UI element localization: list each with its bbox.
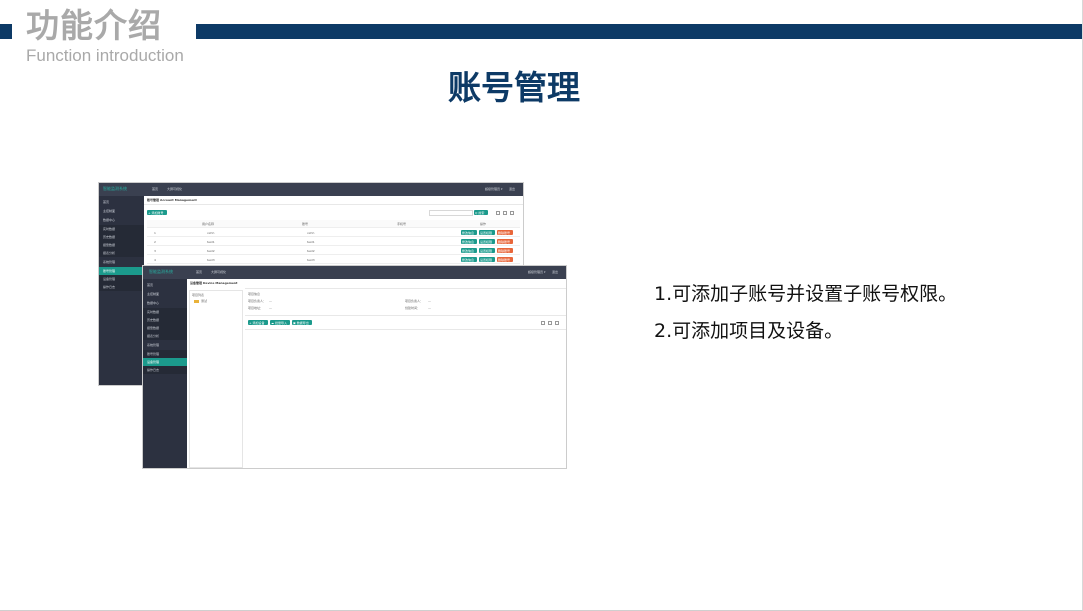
delete-account-button[interactable]: 删除账号 xyxy=(497,239,513,244)
edit-info-button[interactable]: 修改信息 xyxy=(461,257,477,262)
table-row: 4 test3 test3 修改信息 设置权限 删除账号 xyxy=(147,256,520,264)
header-title-en: Function introduction xyxy=(26,46,184,65)
breadcrumb: 账号管理 Account Management xyxy=(147,198,197,202)
set-permission-button[interactable]: 设置权限 xyxy=(479,239,495,244)
columns-icon[interactable] xyxy=(510,211,514,215)
user-menu[interactable]: 超级管理员 ▾ xyxy=(485,187,502,191)
print-icon[interactable] xyxy=(503,211,507,215)
export-data-button[interactable]: ▣ 数据导出 xyxy=(292,320,312,325)
info-value: — xyxy=(428,299,431,303)
divider xyxy=(245,329,566,330)
sidebar-item-report[interactable]: 报表分析 xyxy=(99,249,144,257)
add-account-button[interactable]: + 添加账号 xyxy=(147,210,167,215)
search-input[interactable] xyxy=(429,210,473,216)
add-device-button[interactable]: + 添加设备 xyxy=(248,320,268,325)
logout-link[interactable]: 退出 xyxy=(509,187,515,191)
header-bar xyxy=(196,24,1082,39)
info-value: — xyxy=(269,306,272,310)
sidebar-item-home[interactable]: 首页 xyxy=(99,198,144,206)
tab-bigscreen[interactable]: 大屏可视化 xyxy=(211,270,226,274)
slide-title: 账号管理 xyxy=(448,68,580,107)
table-row: 3 test2 test2 修改信息 设置权限 删除账号 xyxy=(147,247,520,255)
sidebar-item-alarm[interactable]: 报警数据 xyxy=(99,241,144,249)
header-title-cn: 功能介绍 xyxy=(26,6,162,45)
table-row: 1 xxhh xxhh 修改信息 设置权限 删除账号 xyxy=(147,229,520,237)
app-logo: 智能监测系统 xyxy=(149,269,173,274)
device-main: 项目信息 项目负责人： — 项目地址： — 项目负责人： — 创建时间： — +… xyxy=(245,279,566,468)
description-line-2: 2.可添加项目及设备。 xyxy=(654,320,844,342)
sidebar-item-dashboard[interactable]: 主控制面 xyxy=(143,290,187,298)
info-value: — xyxy=(269,299,272,303)
logout-link[interactable]: 退出 xyxy=(552,270,558,274)
breadcrumb: 设备管理 Device Management xyxy=(190,281,238,285)
sidebar-item-data-center[interactable]: 数据中心 xyxy=(143,299,187,307)
screenshot-device-management: 智能监测系统 首页 大屏可视化 超级管理员 ▾ 退出 首页 主控制面 数据中心 … xyxy=(142,265,567,469)
sidebar-item-account[interactable]: 账号管理 xyxy=(99,267,144,275)
project-tree: 项目列表 测试 xyxy=(189,290,243,468)
set-permission-button[interactable]: 设置权限 xyxy=(479,230,495,235)
header-square xyxy=(0,24,12,39)
info-label: 创建时间： xyxy=(405,306,421,310)
delete-account-button[interactable]: 删除账号 xyxy=(497,257,513,262)
sidebar-item-log[interactable]: 操作日志 xyxy=(99,283,144,291)
search-button[interactable]: Q 搜索 xyxy=(474,210,488,215)
sidebar-item-home[interactable]: 首页 xyxy=(143,281,187,289)
table-header: 用户名称 账号 手机号 操作 xyxy=(147,220,520,228)
sidebar-item-history[interactable]: 历史数据 xyxy=(99,233,144,241)
sidebar-item-dashboard[interactable]: 主控制面 xyxy=(99,207,144,215)
sidebar-item-realtime[interactable]: 实时数据 xyxy=(143,308,187,316)
delete-account-button[interactable]: 删除账号 xyxy=(497,248,513,253)
info-label: 项目负责人： xyxy=(248,299,267,303)
app-topbar: 智能监测系统 首页 大屏可视化 超级管理员 ▾ 退出 xyxy=(99,183,523,196)
sidebar-item-data-center[interactable]: 数据中心 xyxy=(99,216,144,224)
refresh-icon[interactable] xyxy=(496,211,500,215)
divider xyxy=(144,204,523,205)
delete-account-button[interactable]: 删除账号 xyxy=(497,230,513,235)
project-info-title: 项目信息 xyxy=(248,292,261,296)
sidebar-item-alarm[interactable]: 报警数据 xyxy=(143,324,187,332)
sidebar: 首页 主控制面 数据中心 实时数据 历史数据 报警数据 报表分析 系统管理 账号… xyxy=(143,279,187,468)
batch-import-button[interactable]: ☁ 批量导入 xyxy=(270,320,290,325)
sidebar-item-system[interactable]: 系统管理 xyxy=(143,341,187,349)
sidebar-item-realtime[interactable]: 实时数据 xyxy=(99,225,144,233)
info-label: 项目负责人： xyxy=(405,299,424,303)
user-menu[interactable]: 超级管理员 ▾ xyxy=(528,270,545,274)
col-header-actions: 操作 xyxy=(480,222,487,226)
edit-info-button[interactable]: 修改信息 xyxy=(461,230,477,235)
col-header-phone: 手机号 xyxy=(397,222,407,226)
edit-info-button[interactable]: 修改信息 xyxy=(461,248,477,253)
info-label: 项目地址： xyxy=(248,306,264,310)
info-value: — xyxy=(428,306,431,310)
sidebar-item-log[interactable]: 操作日志 xyxy=(143,366,187,374)
refresh-icon[interactable] xyxy=(541,321,545,325)
tree-title: 项目列表 xyxy=(192,293,205,297)
print-icon[interactable] xyxy=(548,321,552,325)
app-topbar: 智能监测系统 首页 大屏可视化 超级管理员 ▾ 退出 xyxy=(143,266,566,279)
slide: 功能介绍 Function introduction 账号管理 1.可添加子账号… xyxy=(0,0,1083,611)
sidebar-item-device[interactable]: 设备管理 xyxy=(99,275,144,283)
tree-node-root[interactable]: 测试 xyxy=(201,299,207,303)
divider xyxy=(245,315,566,316)
tab-home[interactable]: 首页 xyxy=(196,270,202,274)
description-line-1: 1.可添加子账号并设置子账号权限。 xyxy=(654,283,958,305)
divider xyxy=(245,288,566,289)
app-logo: 智能监测系统 xyxy=(103,186,127,191)
sidebar: 首页 主控制面 数据中心 实时数据 历史数据 报警数据 报表分析 系统管理 账号… xyxy=(99,196,144,385)
set-permission-button[interactable]: 设置权限 xyxy=(479,257,495,262)
sidebar-item-account[interactable]: 账号管理 xyxy=(143,350,187,358)
account-table: 用户名称 账号 手机号 操作 1 xxhh xxhh 修改信息 设置权限 删除账… xyxy=(147,220,520,270)
set-permission-button[interactable]: 设置权限 xyxy=(479,248,495,253)
col-header-name: 用户名称 xyxy=(202,222,215,226)
edit-info-button[interactable]: 修改信息 xyxy=(461,239,477,244)
sidebar-item-history[interactable]: 历史数据 xyxy=(143,316,187,324)
table-row: 2 test1 test1 修改信息 设置权限 删除账号 xyxy=(147,238,520,246)
sidebar-item-system[interactable]: 系统管理 xyxy=(99,258,144,266)
sidebar-item-report[interactable]: 报表分析 xyxy=(143,332,187,340)
tab-bigscreen[interactable]: 大屏可视化 xyxy=(167,187,182,191)
folder-icon xyxy=(194,300,199,303)
sidebar-item-device[interactable]: 设备管理 xyxy=(143,358,187,366)
columns-icon[interactable] xyxy=(555,321,559,325)
col-header-account: 账号 xyxy=(302,222,309,226)
tab-home[interactable]: 首页 xyxy=(152,187,158,191)
